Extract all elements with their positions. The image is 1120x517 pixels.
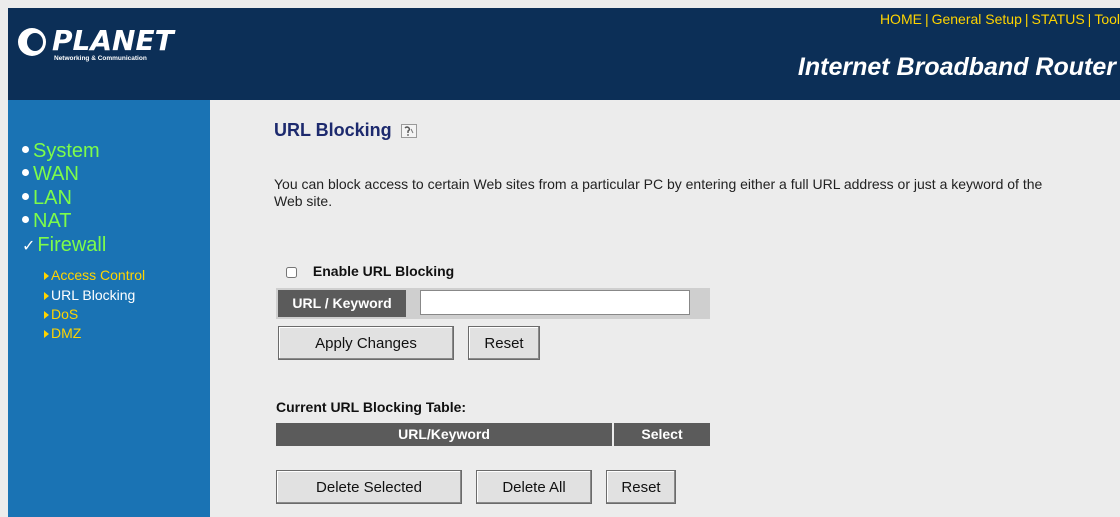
reset-button[interactable]: Reset	[468, 326, 540, 360]
url-keyword-row: URL / Keyword	[276, 288, 710, 319]
triangle-icon	[44, 311, 49, 319]
submenu-item-dos[interactable]: DoS	[44, 306, 78, 322]
delete-all-button[interactable]: Delete All	[476, 470, 592, 504]
nav-tool-link[interactable]: Tool	[1094, 11, 1120, 27]
url-keyword-label: URL / Keyword	[278, 290, 406, 317]
enable-url-blocking-checkbox[interactable]	[286, 266, 297, 278]
sidebar-menu: System WAN LAN NAT ✓ Firewall Access Cont…	[8, 100, 210, 517]
url-keyword-input[interactable]	[420, 290, 690, 315]
delete-selected-button[interactable]: Delete Selected	[276, 470, 462, 504]
planet-logo: PLANET Networking & Communication	[18, 22, 198, 62]
enable-url-blocking-row: Enable URL Blocking	[286, 263, 454, 279]
sidebar-item-wan[interactable]: WAN	[22, 163, 79, 186]
column-header-select: Select	[614, 423, 710, 446]
column-header-url-keyword: URL/Keyword	[276, 423, 612, 446]
page-description: You can block access to certain Web site…	[274, 176, 1043, 209]
router-admin-page: PLANET Networking & Communication HOME | G…	[0, 0, 1120, 517]
triangle-icon	[44, 272, 49, 280]
sidebar-item-label: LAN	[33, 187, 72, 209]
table-title: Current URL Blocking Table:	[276, 399, 467, 415]
submenu-item-label: DoS	[51, 306, 79, 322]
bullet-icon	[22, 169, 29, 177]
nav-general-setup-link[interactable]: General Setup	[932, 11, 1022, 27]
submenu-item-label: DMZ	[51, 325, 82, 341]
submenu-item-label: Access Control	[51, 267, 146, 283]
reset-table-button[interactable]: Reset	[606, 470, 676, 504]
submenu-item-url-blocking[interactable]: URL Blocking	[44, 287, 135, 303]
nav-status-link[interactable]: STATUS	[1032, 11, 1085, 27]
page-title: URL Blocking	[274, 120, 392, 140]
sidebar-item-lan[interactable]: LAN	[22, 187, 72, 210]
triangle-icon	[44, 292, 49, 300]
sidebar-item-label: NAT	[33, 210, 72, 232]
top-navigation: HOME | General Setup | STATUS | Tool	[880, 11, 1120, 27]
nav-separator: |	[1024, 11, 1029, 27]
sidebar-item-label: Firewall	[37, 234, 107, 256]
logo-circle-icon	[18, 28, 46, 56]
main-content: URL Blocking You can block access to cer…	[210, 100, 1120, 517]
bullet-icon	[22, 193, 29, 201]
help-icon[interactable]	[400, 122, 417, 138]
header-banner: PLANET Networking & Communication HOME | G…	[8, 8, 1120, 100]
sidebar-item-label: WAN	[33, 163, 79, 185]
nav-separator: |	[1087, 11, 1092, 27]
url-blocking-table-header: URL/Keyword Select	[276, 423, 710, 446]
sidebar-item-system[interactable]: System	[22, 140, 100, 163]
submenu-item-access-control[interactable]: Access Control	[44, 267, 145, 283]
apply-changes-button[interactable]: Apply Changes	[278, 326, 454, 360]
router-title: Internet Broadband Router	[797, 53, 1116, 81]
enable-url-blocking-label: Enable URL Blocking	[312, 263, 455, 279]
triangle-icon	[44, 330, 49, 338]
logo-text: PLANET	[52, 24, 174, 57]
check-icon: ✓	[22, 238, 36, 255]
nav-home-link[interactable]: HOME	[880, 11, 922, 27]
sidebar-item-label: System	[33, 140, 100, 162]
bullet-icon	[22, 146, 29, 154]
nav-separator: |	[924, 11, 929, 27]
sidebar-item-nat[interactable]: NAT	[22, 210, 72, 233]
logo-subtitle: Networking & Communication	[54, 55, 147, 62]
bullet-icon	[22, 216, 29, 224]
page-title-row: URL Blocking	[274, 120, 417, 141]
sidebar-item-firewall[interactable]: ✓ Firewall	[22, 234, 106, 257]
submenu-item-label: URL Blocking	[51, 287, 136, 303]
submenu-item-dmz[interactable]: DMZ	[44, 325, 81, 341]
